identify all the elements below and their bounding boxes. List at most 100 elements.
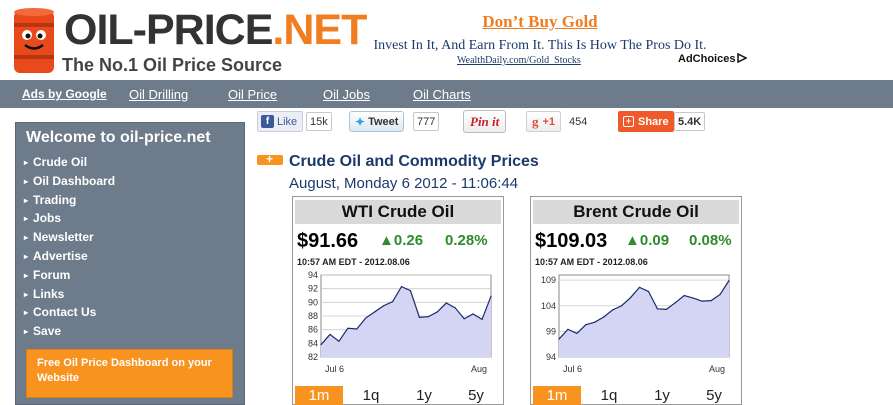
sidebar-item-oil-dashboard[interactable]: ▸ Oil Dashboard (24, 172, 115, 191)
nav-oil-drilling[interactable]: Oil Drilling (129, 87, 188, 102)
header: OIL-PRICE.NET The No.1 Oil Price Source … (0, 0, 893, 80)
chart-point (603, 316, 605, 318)
chart-point (400, 286, 403, 288)
ad-title-link[interactable]: Don’t Buy Gold (482, 12, 597, 32)
chart-point (490, 295, 492, 297)
nav-oil-price[interactable]: Oil Price (228, 87, 277, 102)
wti-price-panel: WTI Crude Oil $91.66 ▲0.26 0.28% 10:57 A… (292, 196, 504, 405)
chart-point (418, 316, 421, 318)
tab-1m[interactable]: 1m (533, 386, 581, 405)
sidebar-title: Welcome to oil-price.net (26, 129, 211, 146)
bullet-icon: ▸ (24, 195, 29, 205)
tab-1y[interactable]: 1y (638, 386, 686, 405)
sidebar-item-label: Crude Oil (33, 155, 88, 169)
chart-point (347, 327, 349, 329)
chart-y-tick-label: 86 (308, 325, 318, 335)
chart-point (567, 328, 569, 330)
chart-point (472, 313, 474, 315)
nav-ads-by-google[interactable]: Ads by Google (22, 87, 107, 101)
share-button[interactable]: + Share (618, 111, 674, 132)
sidebar-item-crude-oil[interactable]: ▸ Crude Oil (24, 153, 115, 172)
price-change: ▲0.26 (379, 232, 424, 249)
google-plus-button[interactable]: g +1 (526, 111, 562, 132)
chart-point (701, 300, 703, 302)
chart-point (427, 316, 429, 318)
twitter-bird-icon: ✦ (355, 114, 366, 129)
chart-y-tick-label: 99 (546, 326, 556, 336)
logo-title-dot: . (272, 6, 284, 54)
logo-title-main: OIL-PRICE (64, 6, 273, 54)
dashboard-promo-link[interactable]: Free Oil Price Dashboard on your Website (26, 349, 233, 398)
sidebar-item-advertise[interactable]: ▸ Advertise (24, 247, 115, 266)
chart-point (656, 308, 659, 310)
chart-point (594, 321, 596, 323)
chart-point (612, 309, 614, 311)
bullet-icon: ▸ (24, 214, 29, 224)
tab-1q[interactable]: 1q (347, 386, 395, 405)
site-logo[interactable]: OIL-PRICE.NET The No.1 Oil Price Source (8, 5, 367, 77)
expand-plus-icon[interactable] (257, 152, 283, 166)
page-date: August, Monday 6 2012 - 11:06:44 (289, 175, 519, 192)
tab-1y[interactable]: 1y (400, 386, 448, 405)
chart-x-tick-label: Aug (709, 364, 725, 374)
sidebar-menu: ▸ Crude Oil ▸ Oil Dashboard ▸ Trading ▸ Jobs… (24, 153, 115, 341)
chart-point (647, 290, 650, 292)
sidebar-item-forum[interactable]: ▸ Forum (24, 266, 115, 285)
page: OIL-PRICE.NET The No.1 Oil Price Source … (0, 0, 893, 405)
price-value: $91.66 (297, 230, 359, 252)
chart-point (329, 333, 331, 336)
logo-title: OIL-PRICE.NET (64, 6, 367, 54)
bullet-icon: ▸ (24, 327, 29, 337)
sidebar-item-label: Jobs (33, 211, 62, 226)
sidebar-item-contact-us[interactable]: ▸ Contact Us (24, 303, 115, 322)
chart-point (481, 318, 483, 321)
bullet-icon: ▸ (24, 308, 29, 318)
ad-banner[interactable]: Don’t Buy Gold Invest In It, And Earn Fr… (330, 12, 750, 72)
brent-price-panel: Brent Crude Oil $109.03 ▲0.09 0.08% 10:5… (530, 196, 742, 405)
sidebar-item-save[interactable]: ▸ Save (24, 322, 115, 341)
chart-point (320, 344, 322, 346)
price-percent: 0.08% (689, 232, 732, 249)
like-count: 15k (306, 112, 332, 131)
sidebar-item-label: Forum (33, 267, 71, 282)
chart-point (365, 317, 367, 319)
chart-point (338, 340, 340, 342)
tab-5y[interactable]: 5y (452, 386, 500, 405)
chart-point (719, 293, 721, 296)
share-count: 5.4K (674, 112, 706, 131)
adchoices-link[interactable]: AdChoices (678, 53, 748, 65)
sidebar-item-label: Trading (33, 192, 77, 207)
tweet-button[interactable]: ✦ Tweet (349, 111, 405, 132)
price-value: $109.03 (535, 230, 608, 252)
share-plus-icon: + (623, 116, 634, 127)
chart-point (621, 305, 623, 307)
price-change: ▲0.09 (625, 232, 670, 249)
pin-it-button[interactable]: Pin it (463, 110, 507, 133)
tab-1m[interactable]: 1m (295, 386, 343, 405)
sidebar-item-jobs[interactable]: ▸ Jobs (24, 209, 115, 228)
tab-5y[interactable]: 5y (690, 386, 738, 405)
chart-point (436, 311, 438, 313)
sidebar-item-links[interactable]: ▸ Links (24, 285, 115, 304)
chart-point (692, 297, 694, 299)
google-plus-icon: g (532, 113, 539, 129)
panel-title: WTI Crude Oil (295, 200, 501, 224)
chart-point (683, 294, 685, 297)
facebook-like-button[interactable]: f Like (257, 111, 304, 132)
sidebar: Welcome to oil-price.net ▸ Crude Oil ▸ Oil… (15, 122, 245, 405)
ad-url-link[interactable]: WealthDaily.com/Gold_Stocks (457, 55, 581, 66)
nav-oil-charts[interactable]: Oil Charts (413, 87, 471, 102)
tab-1q[interactable]: 1q (585, 386, 633, 405)
bullet-icon: ▸ (24, 176, 29, 186)
chart-point (638, 286, 641, 288)
price-percent: 0.28% (445, 232, 488, 249)
gplus-count: 454 (566, 112, 591, 131)
sidebar-item-label: Newsletter (33, 230, 94, 245)
adchoices-icon (737, 53, 748, 63)
sidebar-item-trading[interactable]: ▸ Trading (24, 191, 115, 210)
chart-y-tick-label: 84 (308, 338, 318, 348)
chart-point (374, 311, 376, 313)
nav-oil-jobs[interactable]: Oil Jobs (323, 87, 370, 102)
sidebar-item-newsletter[interactable]: ▸ Newsletter (24, 228, 115, 247)
chart-point (454, 307, 456, 309)
